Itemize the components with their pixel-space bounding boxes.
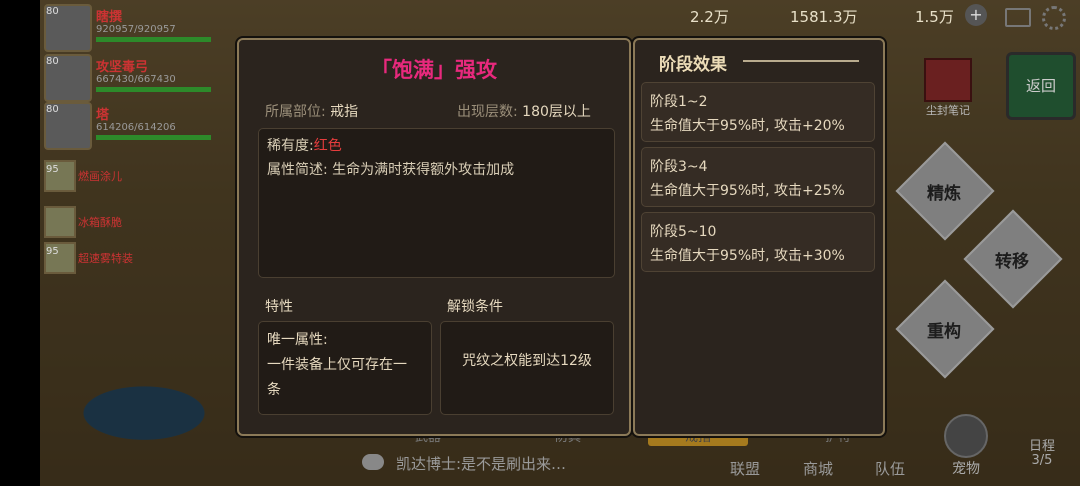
rarity-value: 红色 (313, 138, 342, 154)
stage-effects-panel: 阶段效果 阶段1~2 生命值大于95%时, 攻击+20% 阶段3~4 生命值大于… (633, 38, 885, 436)
unlock-text: 咒纹之权能到达12级 (462, 353, 592, 369)
stage-desc: 生命值大于95%时, 攻击+25% (650, 183, 845, 199)
chat-bubble-icon (362, 454, 384, 470)
stage-card: 阶段5~10 生命值大于95%时, 攻击+30% (641, 212, 875, 272)
nav-team[interactable]: 队伍 (875, 458, 905, 479)
item-detail-panel: 「饱满」强攻 所属部位: 戒指 出现层数: 180层以上 稀有度:红色 属性简述… (237, 38, 631, 436)
party-member-small[interactable]: 冰箱酥脆 (42, 206, 162, 238)
trait-line: 唯一属性: (267, 332, 328, 348)
add-resource-button[interactable]: + (965, 4, 987, 26)
trait-line: 条 (267, 382, 281, 398)
nav-schedule[interactable]: 日程 3/5 (1012, 440, 1072, 468)
member-name: 超速雾特装 (78, 252, 133, 265)
title-divider (743, 60, 859, 62)
hp-bar (96, 37, 211, 42)
traits-heading: 特性 (265, 299, 293, 315)
pet-label: 宠物 (952, 461, 980, 477)
party-member-small[interactable]: 95 燃画涂儿 (42, 160, 162, 192)
screen-bezel (0, 0, 40, 486)
stage-effects-title: 阶段效果 (659, 55, 727, 75)
member-name: 燃画涂儿 (78, 170, 122, 183)
party-member[interactable]: 80 攻坚毒弓 667430/667430 (42, 52, 211, 102)
member-level: 95 (46, 164, 59, 175)
resource-bar: 2.2万 1581.3万 1.5万 + (600, 0, 1080, 34)
item-title: 「饱满」强攻 (371, 58, 497, 82)
hp-bar (96, 135, 211, 140)
floor-value: 180层以上 (522, 104, 591, 120)
trait-text: 唯一属性: 一件装备上仅可存在一 条 (267, 328, 407, 403)
back-button[interactable]: 返回 (1006, 52, 1076, 120)
schedule-label: 日程 (1028, 439, 1055, 454)
refine-label: 精炼 (927, 184, 961, 204)
member-hp: 667430/667430 (96, 74, 176, 85)
member-name: 塔 (96, 108, 110, 123)
member-level: 95 (46, 246, 59, 257)
trait-line: 一件装备上仅可存在一 (267, 357, 407, 373)
stage-desc: 生命值大于95%时, 攻击+30% (650, 248, 845, 264)
member-level: 80 (46, 6, 59, 17)
resource-3: 1.5万 (915, 8, 954, 26)
stage-desc: 生命值大于95%时, 攻击+20% (650, 118, 845, 134)
chat-bar[interactable]: 凯达博士:是不是刷出来… (348, 448, 648, 478)
attribute-description: 属性简述: 生命为满时获得额外攻击加成 (267, 162, 515, 178)
book-icon (924, 58, 972, 102)
unlock-heading: 解锁条件 (447, 299, 503, 315)
rebuild-button[interactable]: 重构 (895, 279, 995, 379)
member-hp: 614206/614206 (96, 122, 176, 133)
stage-title: 阶段3~4 (650, 159, 708, 175)
member-hp: 920957/920957 (96, 24, 176, 35)
stage-card: 阶段3~4 生命值大于95%时, 攻击+25% (641, 147, 875, 207)
nav-alliance[interactable]: 联盟 (730, 458, 760, 479)
stage-title: 阶段5~10 (650, 224, 717, 240)
slot-row: 所属部位: 戒指 (265, 101, 358, 121)
paw-icon (944, 414, 988, 458)
gear-icon[interactable] (1042, 6, 1066, 30)
rarity-label: 稀有度: (267, 138, 314, 154)
description-box: 稀有度:红色 属性简述: 生命为满时获得额外攻击加成 (258, 128, 615, 278)
party-member-small[interactable]: 95 超速雾特装 (42, 242, 162, 274)
book-label: 尘封笔记 (926, 104, 970, 117)
stage-card: 阶段1~2 生命值大于95%时, 攻击+20% (641, 82, 875, 142)
member-name: 攻坚毒弓 (96, 60, 149, 75)
member-level: 80 (46, 56, 59, 67)
member-level: 80 (46, 104, 59, 115)
mail-icon[interactable] (1005, 8, 1031, 27)
floor-row: 出现层数: 180层以上 (457, 101, 591, 121)
member-name: 瞎撰 (96, 10, 123, 25)
party-member[interactable]: 80 瞎撰 920957/920957 (42, 2, 211, 52)
traits-box: 唯一属性: 一件装备上仅可存在一 条 (258, 321, 432, 415)
hp-bar (96, 87, 211, 92)
rarity-line: 稀有度:红色 (267, 135, 342, 155)
chat-text: 凯达博士:是不是刷出来… (396, 455, 567, 473)
transfer-label: 转移 (995, 252, 1029, 272)
avatar (44, 206, 76, 238)
dusty-notes-button[interactable]: 尘封笔记 (922, 58, 974, 118)
slot-label: 所属部位: (265, 104, 326, 120)
rebuild-label: 重构 (927, 322, 961, 342)
resource-2: 1581.3万 (790, 8, 858, 26)
stage-title: 阶段1~2 (650, 94, 708, 110)
member-name: 冰箱酥脆 (78, 216, 122, 229)
nav-pet[interactable]: 宠物 (935, 410, 997, 480)
nav-shop[interactable]: 商城 (803, 458, 833, 479)
schedule-count: 3/5 (1031, 453, 1053, 468)
floor-label: 出现层数: (457, 104, 518, 120)
unlock-box: 咒纹之权能到达12级 (440, 321, 614, 415)
resource-1: 2.2万 (690, 8, 729, 26)
slot-value: 戒指 (330, 104, 359, 120)
party-member[interactable]: 80 塔 614206/614206 (42, 100, 211, 150)
